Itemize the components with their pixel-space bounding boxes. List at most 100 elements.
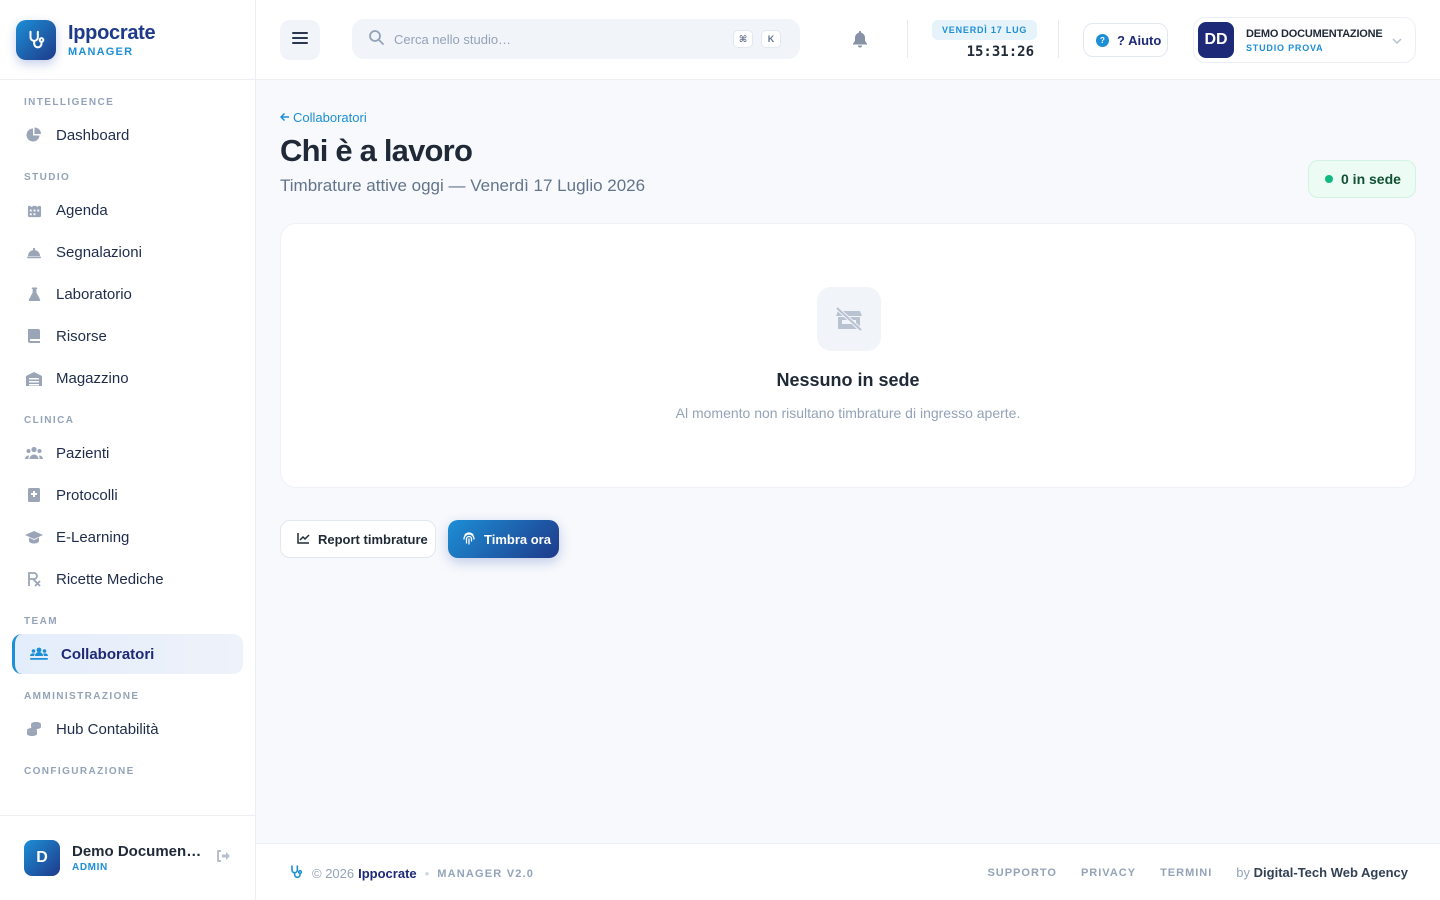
sidebar-item-label: Collaboratori xyxy=(61,645,155,663)
timbra-ora-button[interactable]: Timbra ora xyxy=(448,520,559,558)
footer-by-label: by xyxy=(1236,865,1251,880)
user-name: Demo Documentazione xyxy=(72,843,204,860)
pie-chart-icon xyxy=(24,125,44,145)
sidebar-item-label: Hub Contabilità xyxy=(56,720,159,738)
help-button[interactable]: ? ? Aiuto xyxy=(1083,23,1168,57)
kbd-cmd: ⌘ xyxy=(733,30,753,48)
search-input[interactable] xyxy=(394,31,714,47)
kbd-k: K xyxy=(761,30,781,48)
footer-credit: by Digital-Tech Web Agency xyxy=(1236,865,1408,880)
team-icon xyxy=(29,644,49,664)
fingerprint-icon xyxy=(462,531,476,548)
sidebar-item-risorse[interactable]: Risorse xyxy=(12,316,243,356)
hamburger-icon xyxy=(292,31,308,50)
clock: 15:31:26 xyxy=(966,44,1034,60)
report-button-label: Report timbrature xyxy=(318,531,428,547)
flask-icon xyxy=(24,284,44,304)
brand-header[interactable]: Ippocrate MANAGER xyxy=(0,0,255,80)
question-icon: ? xyxy=(1096,33,1109,47)
chevron-down-icon xyxy=(1391,34,1403,52)
sidebar: Ippocrate MANAGER INTELLIGENCE Dashboard… xyxy=(0,0,256,900)
sidebar-item-label: Protocolli xyxy=(56,486,118,504)
users-icon xyxy=(24,443,44,463)
notification-bell-icon[interactable] xyxy=(852,30,868,53)
nav-section-title: INTELLIGENCE xyxy=(24,97,115,108)
sidebar-item-pazienti[interactable]: Pazienti xyxy=(12,433,243,473)
file-medical-icon xyxy=(24,485,44,505)
nav-section-title: CLINICA xyxy=(24,415,75,426)
sidebar-item-dashboard[interactable]: Dashboard xyxy=(12,115,243,155)
store-closed-icon xyxy=(817,287,881,351)
sidebar-item-hub-contabilita[interactable]: Hub Contabilità xyxy=(12,709,243,749)
warehouse-icon xyxy=(24,368,44,388)
sidebar-item-label: E-Learning xyxy=(56,528,130,546)
profile-org: STUDIO PROVA xyxy=(1246,42,1324,53)
line-chart-icon xyxy=(297,532,310,547)
stethoscope-icon xyxy=(288,864,304,883)
sidebar-item-e-learning[interactable]: E-Learning xyxy=(12,517,243,557)
date-badge: VENERDÌ 17 LUG xyxy=(932,20,1038,40)
nav-section-title: AMMINISTRAZIONE xyxy=(24,691,140,702)
nav-section-title: CONFIGURAZIONE xyxy=(24,766,135,777)
stethoscope-logo-icon xyxy=(16,19,56,60)
divider xyxy=(907,20,908,58)
footer-link-supporto[interactable]: SUPPORTO xyxy=(987,867,1057,879)
empty-state-title: Nessuno in sede xyxy=(776,370,920,390)
sidebar-item-segnalazioni[interactable]: Segnalazioni xyxy=(12,232,243,272)
sidebar-item-label: Pazienti xyxy=(56,444,110,462)
arrow-left-icon xyxy=(279,110,290,125)
avatar: DD xyxy=(1198,22,1234,58)
footer-link-privacy[interactable]: PRIVACY xyxy=(1081,867,1136,879)
footer: © 2026 Ippocrate • MANAGER V2.0 SUPPORTO… xyxy=(256,843,1440,900)
profile-name: DEMO DOCUMENTAZIONE xyxy=(1246,27,1383,40)
nav-section-title: STUDIO xyxy=(24,172,71,183)
footer-link-termini[interactable]: TERMINI xyxy=(1160,867,1212,879)
sidebar-item-magazzino[interactable]: Magazzino xyxy=(12,358,243,398)
sidebar-item-protocolli[interactable]: Protocolli xyxy=(12,475,243,515)
empty-state-description: Al momento non risultano timbrature di i… xyxy=(675,405,1021,421)
nav-section-title: TEAM xyxy=(24,616,58,627)
timbra-button-label: Timbra ora xyxy=(484,531,551,547)
sidebar-item-label: Dashboard xyxy=(56,126,130,144)
profile-menu[interactable]: DD DEMO DOCUMENTAZIONE STUDIO PROVA xyxy=(1193,17,1416,63)
sidebar-item-laboratorio[interactable]: Laboratorio xyxy=(12,274,243,314)
graduation-cap-icon xyxy=(24,527,44,547)
search-icon xyxy=(368,29,384,50)
page-subtitle: Timbrature attive oggi — Venerdì 17 Lugl… xyxy=(280,176,646,195)
sidebar-item-label: Risorse xyxy=(56,327,107,345)
sidebar-nav: INTELLIGENCE Dashboard STUDIO Agenda Seg… xyxy=(0,80,255,815)
calendar-icon xyxy=(24,200,44,220)
search-bar[interactable]: ⌘ K xyxy=(352,19,800,59)
footer-agency-link[interactable]: Digital-Tech Web Agency xyxy=(1254,865,1408,880)
sidebar-item-agenda[interactable]: Agenda xyxy=(12,190,243,230)
bell-service-icon xyxy=(24,242,44,262)
report-timbrature-button[interactable]: Report timbrature xyxy=(280,520,436,558)
footer-copyright: © 2026 xyxy=(312,866,355,881)
sidebar-item-label: Ricette Mediche xyxy=(56,570,164,588)
sidebar-item-label: Magazzino xyxy=(56,369,129,387)
back-link[interactable]: Collaboratori xyxy=(279,110,367,125)
coins-icon xyxy=(24,719,44,739)
sidebar-user[interactable]: D Demo Documentazione ADMIN xyxy=(0,815,255,900)
main-content: Collaboratori Chi è a lavoro Timbrature … xyxy=(256,80,1440,843)
sidebar-item-ricette-mediche[interactable]: Ricette Mediche xyxy=(12,559,243,599)
brand-name: Ippocrate xyxy=(68,21,156,44)
divider xyxy=(1058,20,1059,58)
footer-version: MANAGER V2.0 xyxy=(437,867,535,880)
logout-icon[interactable] xyxy=(216,849,232,868)
user-role: ADMIN xyxy=(72,862,108,873)
top-bar: ⌘ K VENERDÌ 17 LUG 15:31:26 ? ? Aiuto DD… xyxy=(256,0,1440,80)
sidebar-item-collaboratori[interactable]: Collaboratori xyxy=(12,634,243,674)
status-label: 0 in sede xyxy=(1341,171,1401,187)
footer-brand: Ippocrate xyxy=(358,866,417,881)
menu-toggle-button[interactable] xyxy=(280,20,320,60)
sidebar-item-label: Agenda xyxy=(56,201,108,219)
brand-subtitle: MANAGER xyxy=(68,45,134,58)
sidebar-item-label: Segnalazioni xyxy=(56,243,142,261)
status-badge: 0 in sede xyxy=(1308,160,1416,198)
book-icon xyxy=(24,326,44,346)
prescription-icon xyxy=(24,569,44,589)
back-link-label: Collaboratori xyxy=(293,110,367,125)
footer-separator: • xyxy=(424,866,430,881)
page-title: Chi è a lavoro xyxy=(280,133,473,168)
